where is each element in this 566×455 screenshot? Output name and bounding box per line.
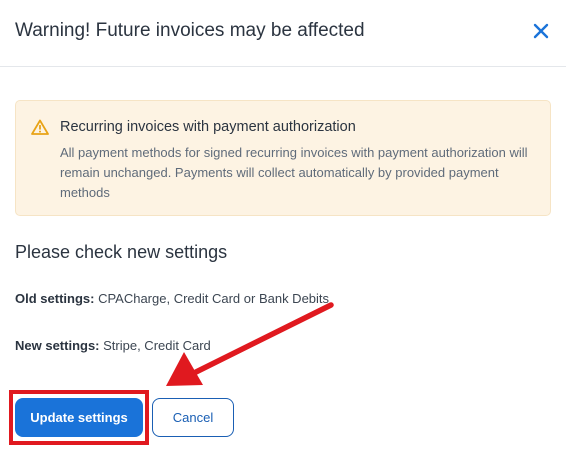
cancel-button[interactable]: Cancel: [152, 398, 234, 437]
warning-triangle-icon: [31, 119, 49, 135]
new-settings-line: New settings: Stripe, Credit Card: [15, 338, 211, 353]
old-settings-line: Old settings: CPACharge, Credit Card or …: [15, 291, 329, 306]
close-icon: [533, 23, 549, 39]
old-settings-value: CPACharge, Credit Card or Bank Debits: [94, 291, 330, 306]
old-settings-label: Old settings:: [15, 291, 95, 306]
settings-heading: Please check new settings: [15, 242, 228, 262]
new-settings-label: New settings:: [15, 338, 100, 353]
update-settings-button[interactable]: Update settings: [15, 398, 143, 437]
annotation-arrow: [166, 302, 334, 386]
dialog-title: Warning! Future invoices may be affected: [15, 20, 365, 41]
dialog-header: Warning! Future invoices may be affected: [0, 0, 566, 67]
close-button[interactable]: [529, 19, 553, 43]
alert-box: Recurring invoices with payment authoriz…: [15, 100, 551, 216]
alert-body: All payment methods for signed recurring…: [60, 145, 528, 200]
alert-title: Recurring invoices with payment authoriz…: [60, 119, 356, 135]
warning-dialog: Warning! Future invoices may be affected…: [0, 0, 566, 455]
new-settings-value: Stripe, Credit Card: [99, 338, 211, 353]
